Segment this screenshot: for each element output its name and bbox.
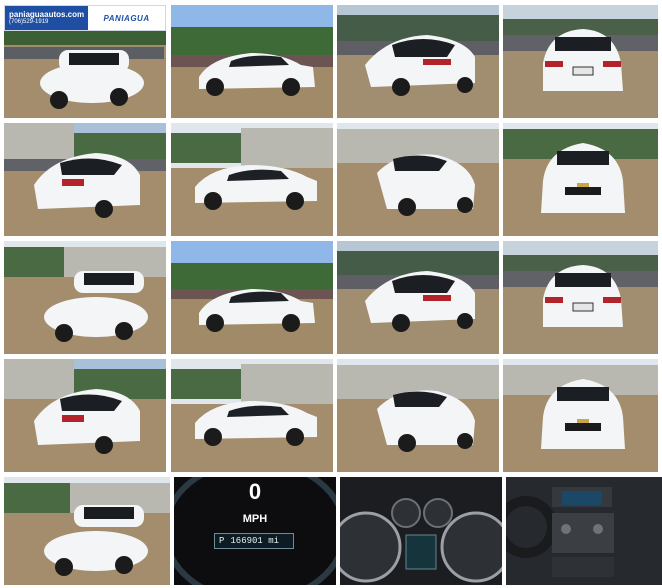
odometer-reading: 166901 mi	[230, 536, 280, 546]
photo-gauge-cluster[interactable]	[340, 477, 502, 585]
speed-value: 0	[248, 479, 262, 504]
photo-front-left-2[interactable]	[4, 241, 166, 354]
dealer-brand: PANIAGUA	[88, 6, 165, 30]
dealer-brand-name: PANIAGUA	[103, 13, 150, 23]
photo-rear-left-2[interactable]	[337, 241, 499, 354]
photo-side-left-2[interactable]	[171, 241, 333, 354]
photo-rear-left-building[interactable]	[4, 123, 166, 236]
dealer-phone: (706)529-1919	[9, 19, 49, 25]
photo-side-left-building-2[interactable]	[171, 359, 333, 472]
speed-unit: MPH	[242, 513, 268, 525]
photo-front-2[interactable]	[503, 359, 658, 472]
photo-interior-dashboard[interactable]	[506, 477, 662, 585]
photo-front[interactable]	[503, 123, 658, 236]
odometer-display: P 166901 mi	[214, 533, 294, 549]
photo-side-left[interactable]	[171, 5, 333, 118]
dealer-contact: paniaguaautos.com (706)529-1919	[5, 6, 89, 30]
gear-indicator: P	[219, 536, 225, 546]
photo-rear[interactable]	[503, 5, 658, 118]
photo-side-left-building[interactable]	[171, 123, 333, 236]
photo-speedometer[interactable]: 0 MPH P 166901 mi	[174, 477, 336, 585]
dealer-website[interactable]: paniaguaautos.com	[9, 10, 84, 19]
photo-rear-left-building-2[interactable]	[4, 359, 166, 472]
photo-gallery: paniaguaautos.com (706)529-1919 PANIAGUA	[0, 0, 662, 588]
photo-front-left-3[interactable]	[4, 477, 170, 585]
photo-front-right-building[interactable]	[337, 123, 499, 236]
dealer-logo: paniaguaautos.com (706)529-1919 PANIAGUA	[4, 5, 166, 31]
photo-front-right-building-2[interactable]	[337, 359, 499, 472]
photo-rear-left[interactable]	[337, 5, 499, 118]
photo-rear-2[interactable]	[503, 241, 658, 354]
